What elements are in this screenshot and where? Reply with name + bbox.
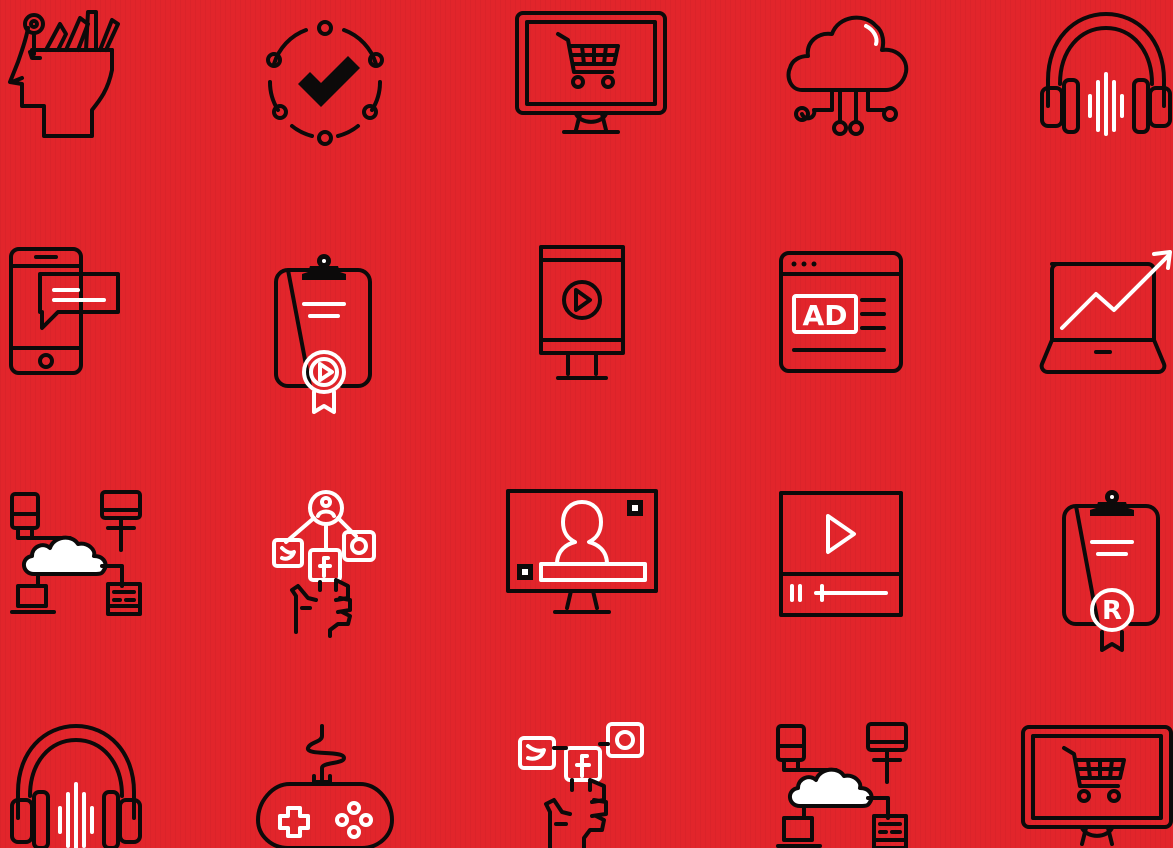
ad-label: AD bbox=[803, 299, 848, 332]
social-media-hand-icon bbox=[516, 720, 646, 848]
laptop-growth-chart-icon bbox=[1038, 248, 1173, 378]
mobile-chat-icon bbox=[8, 246, 124, 378]
ad-browser-icon: AD bbox=[778, 250, 904, 376]
cloud-device-network-icon bbox=[8, 490, 144, 618]
video-award-clipboard-icon bbox=[274, 252, 378, 416]
registered-clipboard-icon: R bbox=[1062, 488, 1166, 656]
shopping-cart-monitor-icon bbox=[1020, 724, 1173, 848]
game-controller-icon bbox=[256, 724, 394, 848]
check-cycle-icon bbox=[266, 20, 384, 148]
video-player-icon bbox=[778, 490, 904, 618]
social-media-hand-icon bbox=[270, 490, 378, 640]
registered-label: R bbox=[1102, 596, 1122, 626]
creative-mind-icon bbox=[8, 10, 128, 140]
cloud-network-icon bbox=[784, 10, 910, 138]
headphones-audio-icon bbox=[1038, 10, 1173, 138]
shopping-cart-monitor-icon bbox=[514, 10, 668, 138]
cloud-device-network-icon bbox=[774, 722, 910, 848]
headphones-audio-icon bbox=[8, 722, 144, 848]
video-kiosk-icon bbox=[538, 244, 628, 382]
video-call-monitor-icon bbox=[505, 488, 659, 616]
